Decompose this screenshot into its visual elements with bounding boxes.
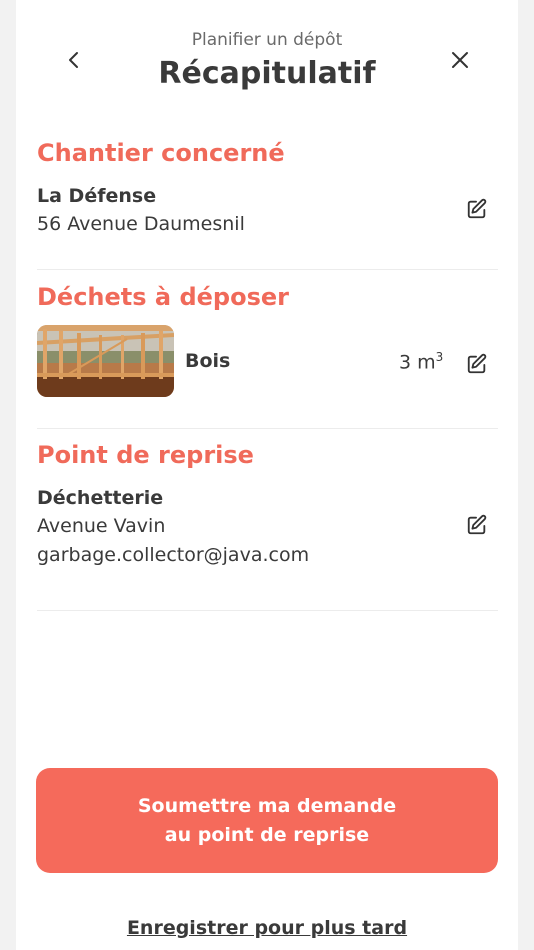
edit-waste-button[interactable] (465, 353, 489, 379)
pickup-name: Déchetterie (37, 487, 164, 509)
pickup-email: garbage.collector@java.com (37, 544, 310, 566)
pickup-address: Avenue Vavin (37, 515, 166, 537)
close-icon (449, 49, 471, 75)
submit-label-line2: au point de reprise (164, 823, 370, 846)
edit-icon (466, 353, 488, 379)
section-title-site: Chantier concerné (37, 139, 285, 167)
divider (37, 610, 498, 611)
divider (37, 269, 498, 270)
close-button[interactable] (448, 50, 472, 74)
section-title-pickup: Point de reprise (37, 441, 254, 469)
site-address: 56 Avenue Daumesnil (37, 213, 245, 235)
waste-item-name: Bois (185, 350, 231, 372)
waste-item-quantity: 3 m3 (399, 350, 444, 374)
divider (37, 428, 498, 429)
edit-icon (466, 514, 488, 540)
site-name: La Défense (37, 185, 157, 207)
section-title-waste: Déchets à déposer (37, 283, 289, 311)
header-subtitle: Planifier un dépôt (191, 30, 343, 50)
waste-thumbnail (37, 325, 174, 397)
edit-pickup-button[interactable] (465, 514, 489, 540)
header: Planifier un dépôt Récapitulatif (16, 0, 518, 110)
edit-icon (466, 198, 488, 224)
save-for-later-link[interactable]: Enregistrer pour plus tard (16, 917, 518, 939)
edit-site-button[interactable] (465, 198, 489, 224)
submit-label-line1: Soumettre ma demande (137, 794, 397, 817)
recap-screen: Planifier un dépôt Récapitulatif Chantie… (16, 0, 518, 950)
submit-request-button[interactable]: Soumettre ma demande au point de reprise (36, 768, 498, 873)
page-title: Récapitulatif (158, 56, 376, 91)
